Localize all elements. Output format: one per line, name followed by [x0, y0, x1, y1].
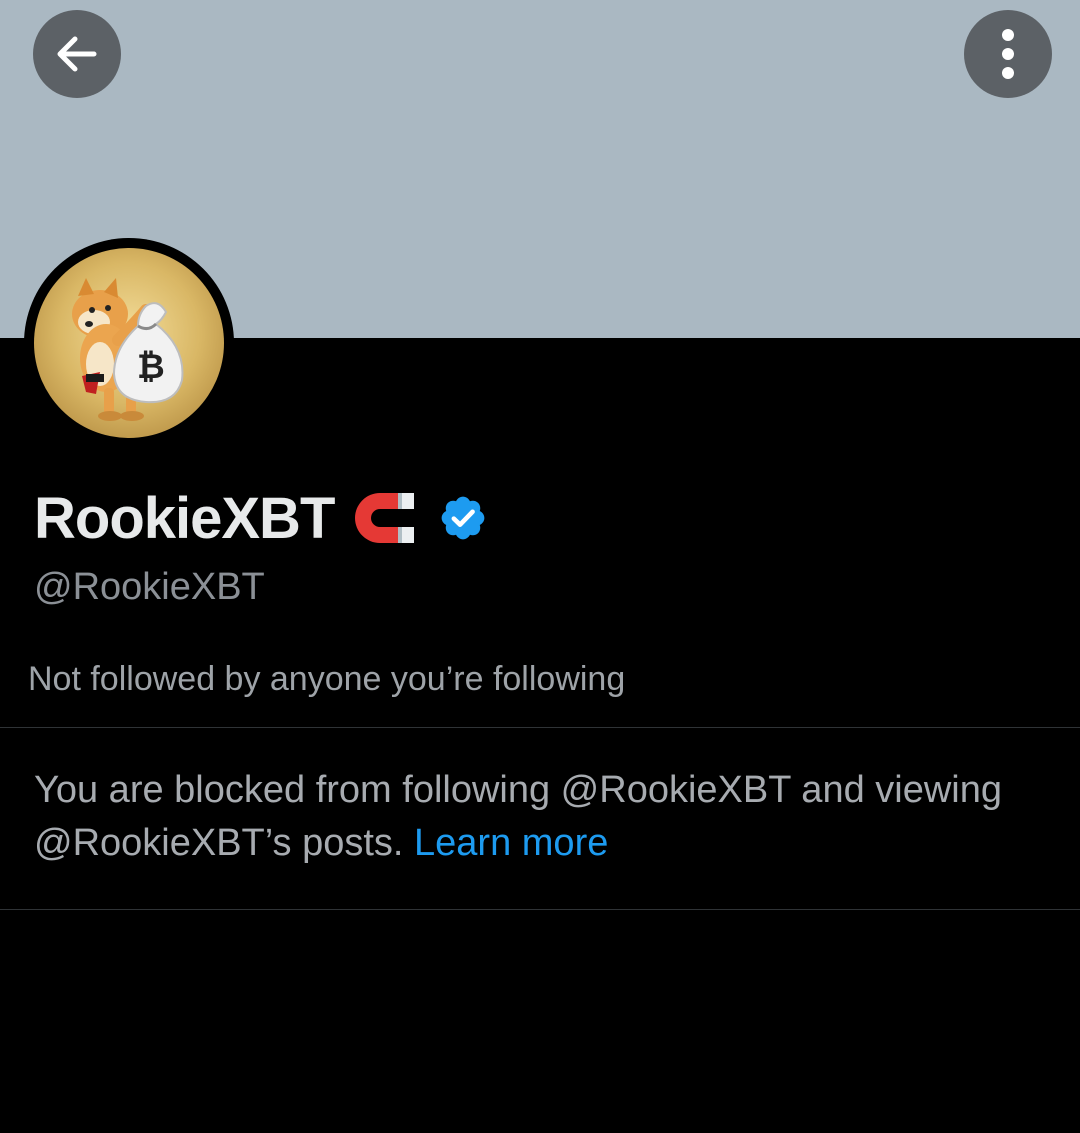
arrow-left-icon	[57, 36, 97, 72]
divider	[0, 727, 1080, 728]
divider	[0, 909, 1080, 910]
profile-handle: @RookieXBT	[34, 566, 265, 608]
doge-bitcoin-bag-avatar: ₿	[34, 248, 224, 438]
blocked-notice: You are blocked from following @RookieXB…	[34, 764, 1034, 870]
magnet-emoji	[348, 489, 416, 547]
more-vertical-icon	[1002, 29, 1014, 79]
learn-more-link[interactable]: Learn more	[414, 822, 608, 864]
back-button[interactable]	[33, 10, 121, 98]
svg-text:₿: ₿	[137, 348, 165, 386]
name-row: RookieXBT	[34, 480, 488, 556]
more-options-button[interactable]	[964, 10, 1052, 98]
display-name: RookieXBT	[34, 485, 335, 551]
verified-badge-icon[interactable]	[438, 493, 488, 543]
followed-by-text: Not followed by anyone you’re following	[28, 660, 626, 698]
avatar[interactable]: ₿	[24, 238, 234, 448]
